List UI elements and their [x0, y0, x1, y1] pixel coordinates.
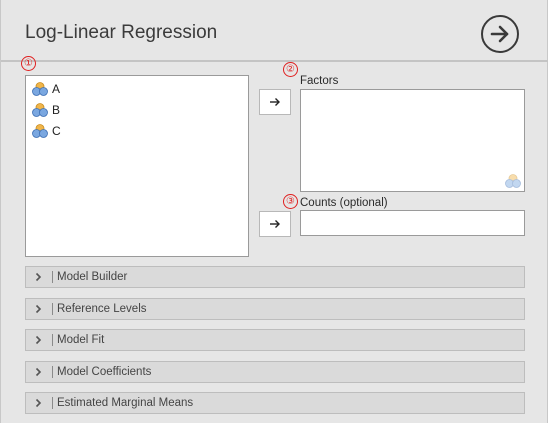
run-analysis-button[interactable] — [481, 15, 519, 53]
nominal-variable-icon — [32, 82, 48, 96]
section-label: Model Fit — [57, 334, 105, 346]
section-model-fit[interactable]: Model Fit — [25, 329, 525, 351]
page-title: Log-Linear Regression — [25, 22, 218, 43]
section-model-builder[interactable]: Model Builder — [25, 266, 525, 288]
arrow-right-circle-icon — [490, 25, 509, 43]
annotation-marker-2: ② — [283, 62, 298, 77]
variable-item-a[interactable]: A — [32, 80, 60, 98]
chevron-right-icon — [35, 304, 49, 314]
arrow-right-icon — [270, 220, 280, 228]
move-to-factors-button[interactable] — [259, 89, 291, 115]
section-label: Estimated Marginal Means — [57, 397, 194, 409]
section-model-coefficients[interactable]: Model Coefficients — [25, 361, 525, 383]
section-divider — [52, 271, 53, 283]
chevron-right-icon — [35, 335, 49, 345]
analysis-panel: Log-Linear Regression ① ② ③ A B C Factor… — [0, 0, 548, 423]
chevron-right-icon — [35, 367, 49, 377]
annotation-marker-3: ③ — [283, 194, 298, 209]
section-label: Model Builder — [57, 271, 128, 283]
panel-header: Log-Linear Regression — [1, 0, 548, 62]
nominal-variable-icon — [32, 103, 48, 117]
variable-item-c[interactable]: C — [32, 122, 61, 140]
counts-target-field[interactable] — [300, 210, 525, 236]
variable-name: A — [52, 82, 61, 96]
annotation-marker-1: ① — [21, 56, 36, 71]
counts-label: Counts (optional) — [300, 197, 388, 209]
chevron-right-icon — [35, 272, 49, 282]
nominal-variable-icon — [505, 174, 521, 188]
section-divider — [52, 303, 53, 315]
section-reference-levels[interactable]: Reference Levels — [25, 298, 525, 320]
variable-name: C — [52, 124, 61, 138]
variable-item-b[interactable]: B — [32, 101, 60, 119]
variable-list[interactable]: A B C — [25, 75, 249, 257]
chevron-right-icon — [35, 398, 49, 408]
section-estimated-marginal-means[interactable]: Estimated Marginal Means — [25, 392, 525, 414]
move-to-counts-button[interactable] — [259, 211, 291, 237]
variable-name: B — [52, 103, 61, 117]
factors-target-box[interactable] — [300, 89, 525, 192]
nominal-variable-icon — [32, 124, 48, 138]
section-divider — [52, 397, 53, 409]
factors-label: Factors — [300, 75, 339, 87]
section-divider — [52, 334, 53, 346]
section-label: Reference Levels — [57, 303, 147, 315]
arrow-right-icon — [270, 98, 280, 106]
section-label: Model Coefficients — [57, 366, 152, 378]
section-divider — [52, 366, 53, 378]
